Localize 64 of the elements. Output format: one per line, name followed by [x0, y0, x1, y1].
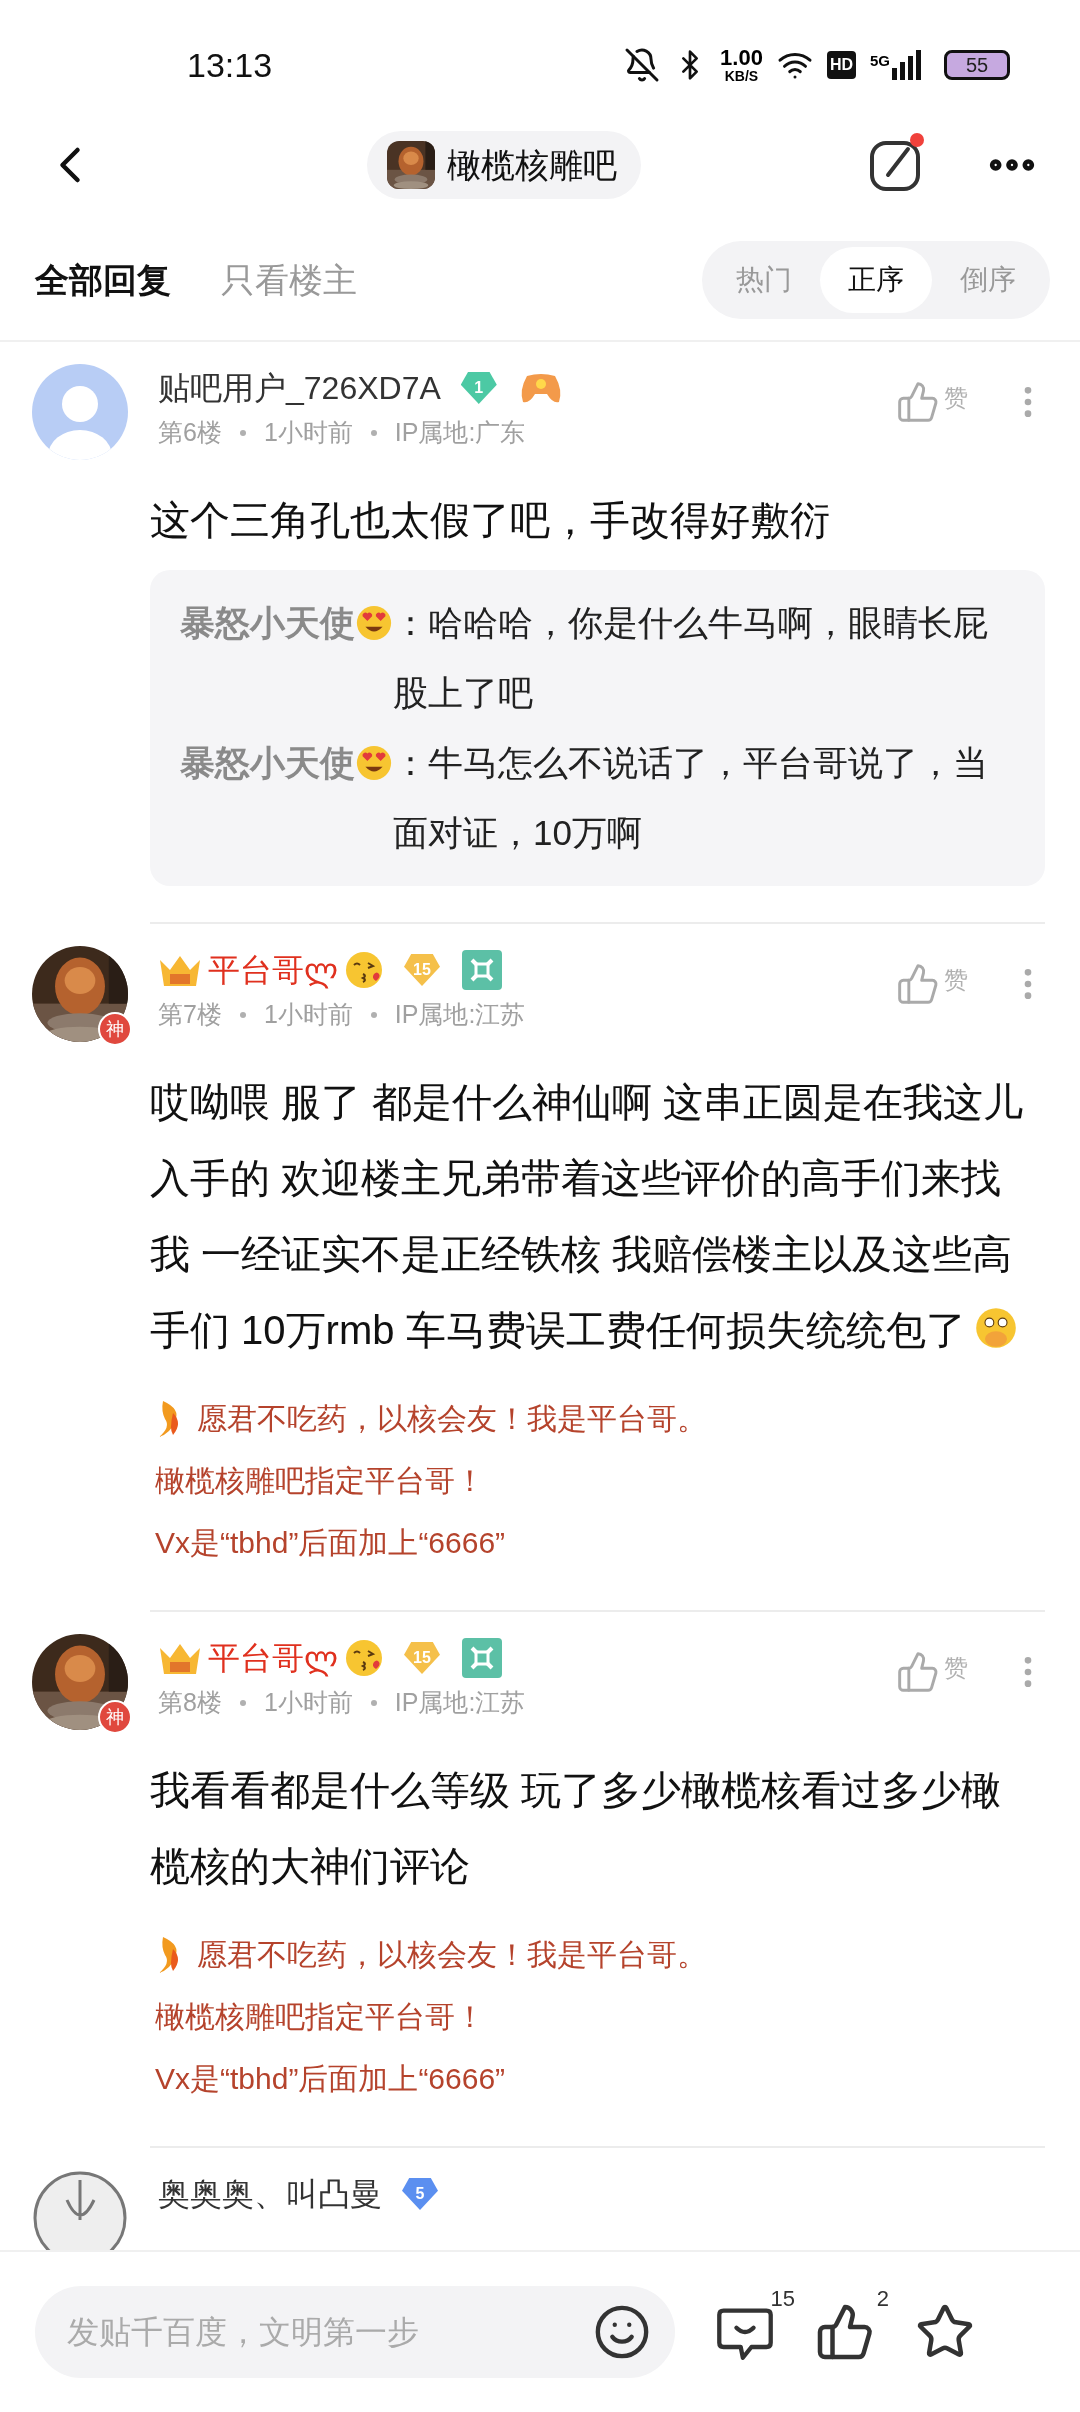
comment-count: 15 [770, 2285, 795, 2313]
floor-number: 第7楼 [158, 999, 222, 1030]
signature-line: 橄榄核雕吧指定平台哥！ [155, 1999, 485, 2035]
filter-tab[interactable]: 只看楼主 [221, 254, 357, 306]
reply-text: ：哈哈哈，你是什么牛马啊，眼睛长屁股上了吧 [393, 602, 989, 714]
author-name[interactable]: 平台哥ლ [208, 946, 338, 994]
sort-tab[interactable]: 正序 [820, 247, 932, 313]
mute-icon [624, 47, 661, 83]
ip-location: IP属地:江苏 [394, 999, 526, 1030]
like-button[interactable]: 赞 [896, 380, 968, 424]
post-body: 我看看都是什么等级 玩了多少橄榄核看过多少橄榄核的大神们评论 [150, 1768, 1002, 1888]
thumbs-up-icon [896, 962, 940, 1006]
forum-title-button[interactable]: 橄榄核雕吧 [367, 131, 641, 199]
avatar-badge: 神 [98, 1012, 132, 1046]
post-time: 1小时前 [263, 417, 353, 448]
author-name[interactable]: 平台哥ლ [208, 1634, 338, 1682]
hd-badge: HD [826, 51, 856, 79]
square-badge-icon [462, 1638, 502, 1678]
thumbs-up-icon [896, 1650, 940, 1694]
signature-line: 橄榄核雕吧指定平台哥！ [155, 1463, 485, 1499]
like-button[interactable]: 赞 [896, 962, 968, 1006]
sort-tab[interactable]: 倒序 [932, 247, 1044, 313]
square-badge-icon [462, 950, 502, 990]
avatar-badge: 神 [98, 1700, 132, 1734]
filter-tab[interactable]: 全部回复 [35, 254, 171, 306]
reply-author[interactable]: 暴怒小天使 [180, 728, 355, 798]
floor-number: 第8楼 [158, 1687, 222, 1718]
signature-line: Vx是“tbhd”后面加上“6666” [155, 2061, 506, 2097]
level-badge: 5 [402, 2178, 438, 2210]
level-badge: 15 [404, 1642, 440, 1674]
level-badge: 15 [404, 954, 440, 986]
author-name[interactable]: 奥奥奥、叫凸曼 [158, 2170, 382, 2218]
heart-eyes-icon [355, 604, 393, 642]
like-button[interactable]: 赞 [896, 1650, 968, 1694]
signature-line: 愿君不吃药，以核会友！我是平台哥。 [197, 1401, 707, 1437]
comment-field[interactable]: 发贴千百度，文明第一步 [35, 2286, 675, 2378]
like-count: 2 [876, 2285, 889, 2313]
reply-author[interactable]: 暴怒小天使 [180, 588, 355, 658]
signature-line: 愿君不吃药，以核会友！我是平台哥。 [197, 1937, 707, 1973]
floor-number: 第6楼 [158, 417, 222, 448]
ip-location: IP属地:广东 [394, 417, 526, 448]
kissing-face-icon [344, 1638, 384, 1678]
post-time: 1小时前 [263, 999, 353, 1030]
emoji-icon[interactable] [593, 2303, 651, 2361]
status-time: 13:13 [187, 44, 273, 86]
thumbs-up-icon [896, 380, 940, 424]
like-icon[interactable] [815, 2302, 875, 2362]
post-body: 这个三角孔也太假了吧，手改得好敷衍 [150, 498, 830, 542]
avatar-icon[interactable] [32, 2170, 128, 2250]
post-body: 哎呦喂 服了 都是什么神仙啊 这串正圆是在我这儿入手的 欢迎楼主兄弟带着这些评价的高手们来找我 一经证实不是正经铁核 我赔偿楼主以及这些高手们 10万rmb 车马费误工费任何损失统统包了 [150, 1080, 1024, 1352]
reply-text: ：牛马怎么不说话了，平台哥说了，当面对证，10万啊 [393, 742, 989, 854]
post-time: 1小时前 [263, 1687, 353, 1718]
kissing-face-icon [344, 950, 384, 990]
level-badge: 1 [460, 372, 497, 404]
battery-indicator: 55 [944, 50, 1010, 80]
author-name[interactable]: 贴吧用户_726XD7A [158, 364, 441, 412]
network-type: 5G [870, 51, 890, 71]
sort-tab[interactable]: 热门 [708, 247, 820, 313]
network-speed: 1.00 KB/S [720, 47, 763, 83]
comment-input[interactable]: 发贴千百度，文明第一步 [67, 2308, 593, 2356]
signal-icon [892, 50, 922, 80]
ip-location: IP属地:江苏 [394, 1687, 526, 1718]
signature-line: Vx是“tbhd”后面加上“6666” [155, 1525, 506, 1561]
heart-eyes-icon [355, 744, 393, 782]
